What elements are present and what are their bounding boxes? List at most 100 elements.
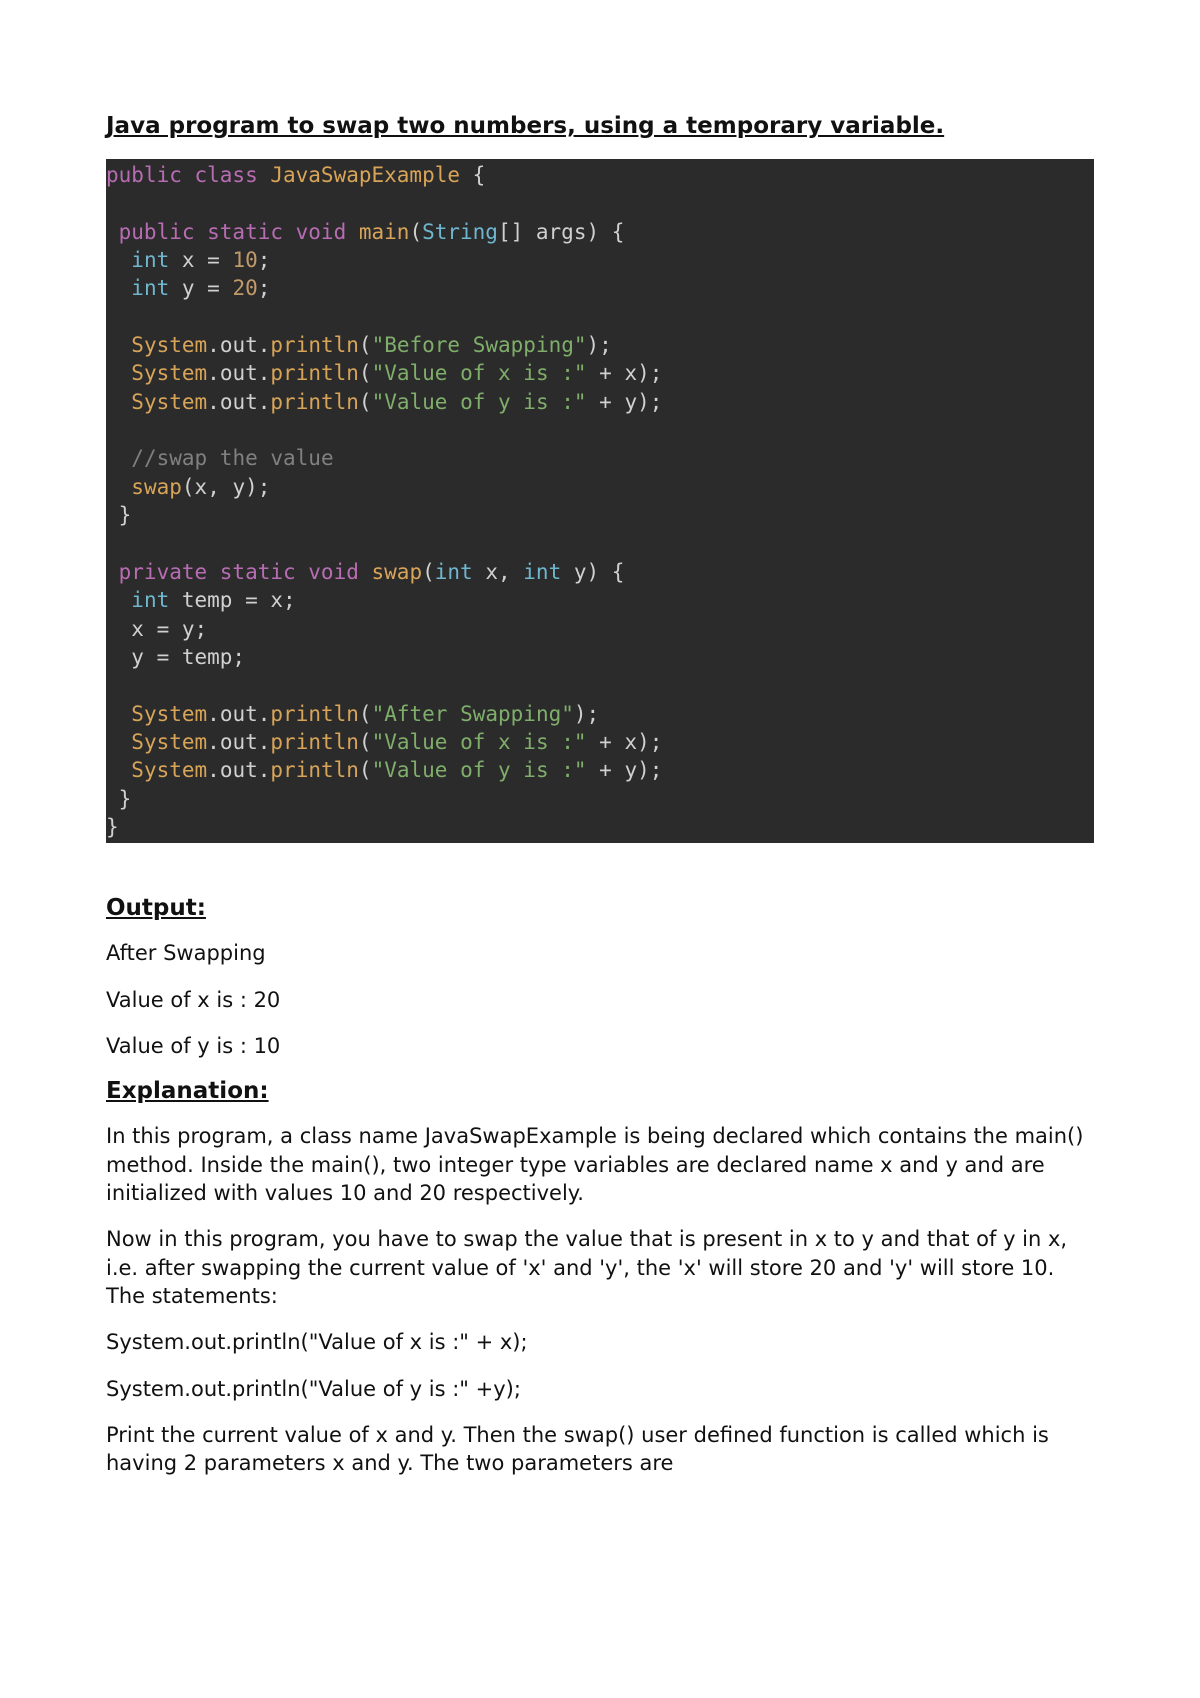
code-type: int (435, 560, 473, 584)
code-dot: . (258, 730, 271, 754)
code-punct: ( (359, 390, 372, 414)
code-indent (106, 758, 131, 782)
code-fn: println (270, 361, 359, 385)
code-punct: ) { (586, 220, 624, 244)
code-string: "Value of x is :" (372, 730, 587, 754)
code-id: out (220, 390, 258, 414)
code-comment: //swap the value (131, 446, 333, 470)
explanation-para: Print the current value of x and y. Then… (106, 1421, 1094, 1478)
code-punct: ) { (587, 560, 625, 584)
code-fn: println (270, 333, 359, 357)
code-line: y = temp; (106, 645, 245, 669)
code-type: int (131, 276, 169, 300)
code-fn: println (270, 730, 359, 754)
code-indent (106, 446, 131, 470)
code-dot: . (207, 758, 220, 782)
code-brace: } (106, 503, 131, 527)
code-dot: . (258, 333, 271, 357)
code-string: "After Swapping" (372, 702, 574, 726)
code-indent (106, 361, 131, 385)
code-punct: ); (637, 758, 662, 782)
code-punct: ); (637, 361, 662, 385)
explanation-para: In this program, a class name JavaSwapEx… (106, 1122, 1094, 1207)
code-indent (106, 702, 131, 726)
code-sp (220, 276, 233, 300)
code-number: 10 (232, 248, 257, 272)
code-string: "Value of y is :" (372, 758, 587, 782)
code-dot: . (207, 333, 220, 357)
code-op: = (207, 248, 220, 272)
code-punct: ; (258, 276, 271, 300)
code-id: out (220, 333, 258, 357)
code-id: out (220, 702, 258, 726)
code-class: System (131, 702, 207, 726)
code-dot: . (207, 702, 220, 726)
code-indent (106, 248, 131, 272)
code-punct: ); (637, 390, 662, 414)
code-string: "Before Swapping" (372, 333, 587, 357)
code-punct: ; (258, 248, 271, 272)
code-dot: . (258, 702, 271, 726)
code-sp (220, 248, 233, 272)
code-string: "Value of y is :" (372, 390, 587, 414)
code-id: x (169, 248, 207, 272)
code-op: + (587, 730, 625, 754)
code-fn: swap (359, 560, 422, 584)
output-line: After Swapping (106, 939, 1094, 967)
code-punct: ( (359, 730, 372, 754)
code-op: = (207, 276, 220, 300)
code-id: out (220, 730, 258, 754)
code-punct: , (498, 560, 523, 584)
explanation-heading: Explanation: (106, 1078, 1094, 1104)
code-dot: . (207, 361, 220, 385)
code-indent (106, 588, 131, 612)
code-number: 20 (232, 276, 257, 300)
code-string: "Value of x is :" (372, 361, 587, 385)
code-brace: } (106, 815, 119, 839)
code-op: + (587, 361, 625, 385)
code-indent (106, 333, 131, 357)
code-type: String (422, 220, 498, 244)
code-punct: [] (498, 220, 536, 244)
code-punct: ); (574, 702, 599, 726)
code-keyword: public class (106, 163, 258, 187)
output-line: Value of y is : 10 (106, 1032, 1094, 1060)
code-id: y (561, 560, 586, 584)
code-punct: ); (245, 475, 270, 499)
code-type: int (131, 248, 169, 272)
code-id: x (624, 361, 637, 385)
code-class: System (131, 758, 207, 782)
code-fn: println (270, 702, 359, 726)
code-class: System (131, 390, 207, 414)
code-op: + (587, 758, 625, 782)
code-id: y (624, 390, 637, 414)
code-keyword: public static void (106, 220, 346, 244)
code-id: y (624, 758, 637, 782)
code-punct: ); (587, 333, 612, 357)
code-class: System (131, 361, 207, 385)
explanation-para: Now in this program, you have to swap th… (106, 1225, 1094, 1310)
code-type: int (523, 560, 561, 584)
code-op: + (587, 390, 625, 414)
code-id: y (232, 475, 245, 499)
code-fn: main (346, 220, 409, 244)
code-id: out (220, 361, 258, 385)
code-dot: . (258, 390, 271, 414)
code-punct: ( (182, 475, 195, 499)
code-dot: . (207, 390, 220, 414)
explanation-code-line: System.out.println("Value of x is :" + x… (106, 1328, 1094, 1356)
code-fn: println (270, 758, 359, 782)
code-punct: ( (422, 560, 435, 584)
code-punct: ( (409, 220, 422, 244)
output-line: Value of x is : 20 (106, 986, 1094, 1014)
code-punct: , (207, 475, 232, 499)
code-fn: println (270, 390, 359, 414)
code-type: int (131, 588, 169, 612)
code-id: x (624, 730, 637, 754)
code-class: System (131, 333, 207, 357)
code-keyword: private static void (106, 560, 359, 584)
code-line: x = y; (106, 617, 207, 641)
code-punct: { (460, 163, 485, 187)
output-heading: Output: (106, 895, 1094, 921)
code-id: temp = x; (169, 588, 295, 612)
